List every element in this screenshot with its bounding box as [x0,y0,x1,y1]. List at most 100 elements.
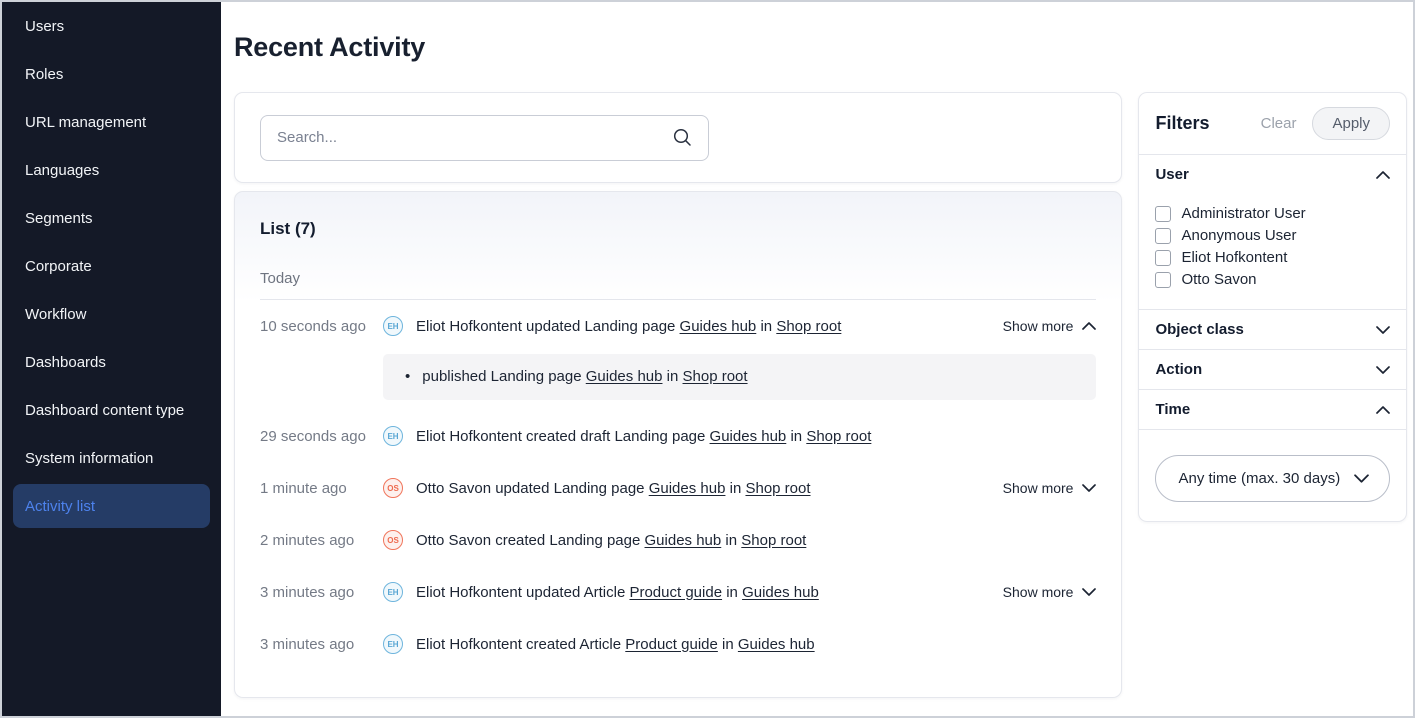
sidebar-item-workflow[interactable]: Workflow [2,290,221,338]
group-label-today: Today [260,270,1096,287]
checkbox[interactable] [1155,272,1171,288]
sidebar-item-activity-list[interactable]: Activity list [13,484,210,528]
content-link[interactable]: Product guide [629,584,722,601]
location-link[interactable]: Guides hub [742,584,819,601]
content-link[interactable]: Guides hub [586,368,663,385]
avatar: EH [383,634,403,654]
chevron-up-icon [1376,406,1390,414]
filter-section-time-toggle[interactable]: Time [1139,390,1406,430]
location-link[interactable]: Shop root [776,318,841,335]
sidebar-item-corporate[interactable]: Corporate [2,242,221,290]
sidebar-item-url-management[interactable]: URL management [2,98,221,146]
filter-section-user-toggle[interactable]: User [1139,155,1406,194]
avatar: OS [383,530,403,550]
activity-row: 10 seconds ago EH Eliot Hofkontent updat… [260,300,1096,352]
activity-timestamp: 10 seconds ago [260,318,383,335]
filter-section-time: Time Any time (max. 30 days) [1139,389,1406,521]
sidebar-item-dashboard-content-type[interactable]: Dashboard content type [2,386,221,434]
chevron-up-icon [1376,171,1390,179]
time-filter-body: Any time (max. 30 days) [1139,430,1406,521]
filter-section-action-toggle[interactable]: Action [1139,350,1406,389]
list-title: List (7) [260,219,1096,239]
content-link[interactable]: Product guide [625,636,718,653]
show-more-button[interactable]: Show more [1003,480,1097,496]
avatar: EH [383,426,403,446]
sidebar-item-dashboards[interactable]: Dashboards [2,338,221,386]
filters-title: Filters [1155,113,1209,134]
activity-text: Eliot Hofkontent created Article Product… [416,636,815,653]
show-more-button[interactable]: Show more [1003,584,1097,600]
content-link[interactable]: Guides hub [710,428,787,445]
main-area: Recent Activity [221,2,1413,716]
checkbox[interactable] [1155,228,1171,244]
sidebar: Users Roles URL management Languages Seg… [2,2,221,716]
apply-button[interactable]: Apply [1312,107,1390,140]
content-link[interactable]: Guides hub [680,318,757,335]
clear-button[interactable]: Clear [1261,115,1297,132]
filter-section-label: Action [1155,361,1202,378]
activity-text: Eliot Hofkontent updated Article Product… [416,584,819,601]
chevron-down-icon [1354,474,1369,483]
show-more-button[interactable]: Show more [1003,318,1097,334]
filter-option[interactable]: Anonymous User [1155,227,1390,244]
avatar: OS [383,478,403,498]
time-range-select[interactable]: Any time (max. 30 days) [1155,455,1390,502]
filters-header: Filters Clear Apply [1139,93,1406,154]
sidebar-item-users[interactable]: Users [2,2,221,50]
activity-row: 3 minutes ago EH Eliot Hofkontent create… [260,618,1096,670]
activity-row: 3 minutes ago EH Eliot Hofkontent update… [260,566,1096,618]
search-input[interactable] [277,129,673,146]
avatar: EH [383,582,403,602]
activity-timestamp: 2 minutes ago [260,532,383,549]
chevron-down-icon [1376,326,1390,334]
checkbox[interactable] [1155,250,1171,266]
filters-panel: Filters Clear Apply User [1138,92,1407,522]
filter-option-label: Otto Savon [1181,271,1256,288]
sidebar-item-languages[interactable]: Languages [2,146,221,194]
filter-option-label: Anonymous User [1181,227,1296,244]
search-card [234,92,1122,183]
activity-timestamp: 29 seconds ago [260,428,383,445]
sidebar-item-system-information[interactable]: System information [2,434,221,482]
activity-text: Eliot Hofkontent created draft Landing p… [416,428,871,445]
filter-option[interactable]: Otto Savon [1155,271,1390,288]
search-icon[interactable] [673,128,692,147]
location-link[interactable]: Shop root [741,532,806,549]
location-link[interactable]: Shop root [683,368,748,385]
content-link[interactable]: Guides hub [645,532,722,549]
activity-detail-text: •published Landing page Guides hub in Sh… [405,368,748,385]
activity-row: 29 seconds ago EH Eliot Hofkontent creat… [260,410,1096,462]
activity-text: Eliot Hofkontent updated Landing page Gu… [416,318,841,335]
sidebar-item-segments[interactable]: Segments [2,194,221,242]
activity-column: List (7) Today 10 seconds ago EH Eliot H… [234,92,1122,698]
content-link[interactable]: Guides hub [649,480,726,497]
sidebar-item-roles[interactable]: Roles [2,50,221,98]
chevron-down-icon [1082,588,1096,596]
checkbox[interactable] [1155,206,1171,222]
activity-timestamp: 1 minute ago [260,480,383,497]
chevron-down-icon [1376,366,1390,374]
filter-option[interactable]: Administrator User [1155,205,1390,222]
filter-section-object-class: Object class [1139,309,1406,349]
bullet-icon: • [405,368,410,385]
chevron-up-icon [1082,322,1096,330]
search-box [260,115,709,161]
activity-list-card: List (7) Today 10 seconds ago EH Eliot H… [234,191,1122,698]
chevron-down-icon [1082,484,1096,492]
activity-row: 1 minute ago OS Otto Savon updated Landi… [260,462,1096,514]
avatar: EH [383,316,403,336]
filter-option-label: Administrator User [1181,205,1305,222]
location-link[interactable]: Guides hub [738,636,815,653]
user-filter-options: Administrator User Anonymous User Eliot … [1139,194,1406,309]
activity-detail-box: •published Landing page Guides hub in Sh… [383,354,1096,400]
activity-timestamp: 3 minutes ago [260,584,383,601]
location-link[interactable]: Shop root [745,480,810,497]
filter-option[interactable]: Eliot Hofkontent [1155,249,1390,266]
activity-page: Users Roles URL management Languages Seg… [0,0,1415,718]
filter-section-object-class-toggle[interactable]: Object class [1139,310,1406,349]
activity-row: 2 minutes ago OS Otto Savon created Land… [260,514,1096,566]
time-range-value: Any time (max. 30 days) [1178,470,1340,487]
filter-section-action: Action [1139,349,1406,389]
location-link[interactable]: Shop root [806,428,871,445]
filter-section-user: User Administrator User Anonymous User [1139,154,1406,309]
